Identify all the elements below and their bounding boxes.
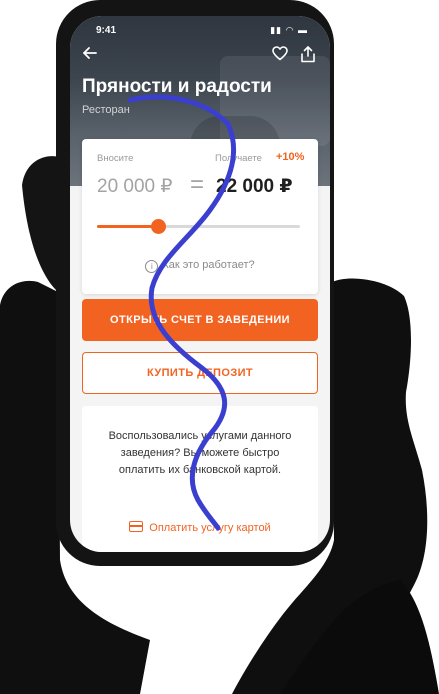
status-time: 9:41 <box>96 25 117 36</box>
amount-slider[interactable] <box>97 219 300 234</box>
how-it-works-label: Как это работает? <box>162 259 255 271</box>
back-button[interactable] <box>82 46 98 64</box>
pay-by-card-label: Оплатить услугу картой <box>149 522 271 534</box>
restaurant-title: Пряности и радости <box>82 76 272 97</box>
slider-fill <box>97 225 158 228</box>
pay-label: Вносите <box>97 153 134 164</box>
equals-sign: = <box>190 171 205 198</box>
pay-amount[interactable]: 20 000 ₽ <box>97 175 172 198</box>
get-amount: 22 000 ₽ <box>216 176 293 197</box>
restaurant-type: Ресторан <box>82 104 130 116</box>
app-screen: 9:41 ▮▮ ◠ ▬ Пряности и радости Ресторан … <box>70 16 330 552</box>
get-label: Получаете <box>215 153 262 164</box>
share-icon <box>301 46 315 63</box>
heart-icon <box>272 46 288 61</box>
share-button[interactable] <box>300 46 316 63</box>
info-icon: i <box>145 260 159 273</box>
status-icons: ▮▮ ◠ ▬ <box>270 25 308 35</box>
open-account-button[interactable]: ОТКРЫТЬ СЧЕТ В ЗАВЕДЕНИИ <box>82 299 318 341</box>
deposit-calculator: Вносите Получаете +10% 20 000 ₽ = 22 000… <box>82 139 318 294</box>
card-payment-info: Воспользовались услугами данного заведен… <box>82 406 318 552</box>
favorite-button[interactable] <box>272 46 288 62</box>
slider-handle[interactable] <box>150 219 166 234</box>
how-it-works-link[interactable]: i Как это работает? <box>82 259 318 273</box>
buy-deposit-button[interactable]: КУПИТЬ ДЕПОЗИТ <box>82 352 318 394</box>
pay-by-card-link[interactable]: Оплатить услугу картой <box>82 521 318 534</box>
credit-card-icon <box>129 521 144 532</box>
bonus-badge: +10% <box>276 151 305 163</box>
arrow-left-icon <box>83 47 97 59</box>
card-payment-text: Воспользовались услугами данного заведен… <box>108 430 292 476</box>
